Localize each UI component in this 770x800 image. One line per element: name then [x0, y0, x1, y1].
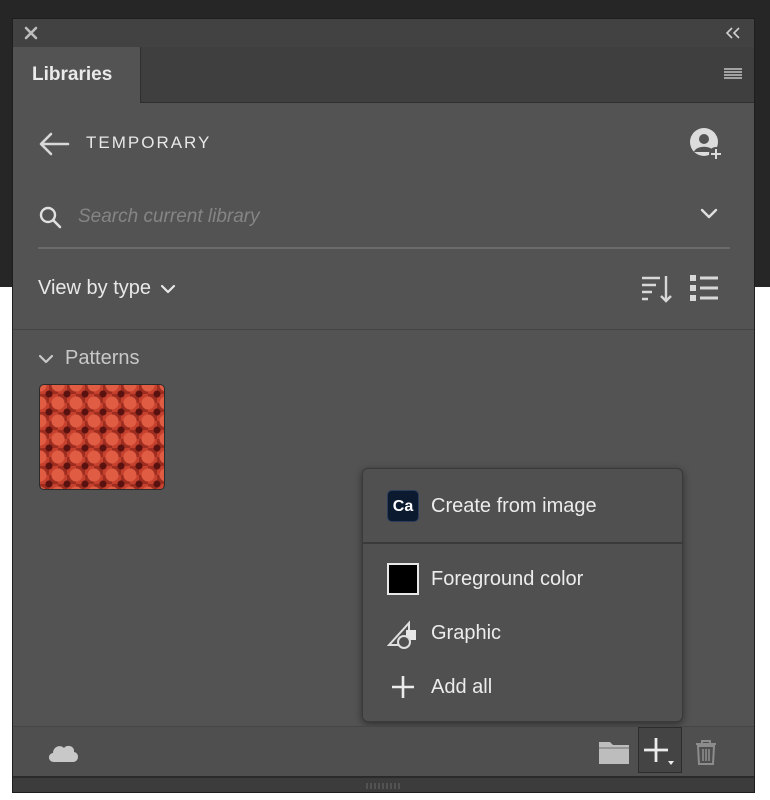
resize-grip-icon [366, 783, 400, 789]
cloud-sync-icon[interactable] [46, 741, 80, 763]
menu-item-label: Foreground color [431, 568, 584, 590]
menu-item-graphic[interactable]: Graphic [363, 610, 682, 656]
section-title: Patterns [65, 347, 140, 369]
panel-titlebar [13, 19, 754, 48]
chevron-down-icon [38, 354, 54, 363]
menu-item-label: Add all [431, 676, 493, 698]
menu-item-foreground-color[interactable]: Foreground color [363, 556, 682, 602]
pattern-thumbnail[interactable] [39, 384, 165, 490]
plus-icon [644, 738, 674, 765]
collapse-panel-icon[interactable] [724, 25, 742, 41]
menu-item-label: Create from image [431, 495, 597, 517]
add-content-button[interactable] [638, 727, 682, 773]
patterns-section-toggle[interactable]: Patterns [38, 347, 139, 370]
chevron-down-icon [160, 284, 176, 293]
back-arrow-icon[interactable] [38, 131, 70, 157]
graphic-icon [387, 620, 416, 649]
capture-icon: Ca [387, 490, 419, 522]
plus-icon [392, 676, 414, 698]
menu-divider [363, 542, 682, 544]
view-by-label: View by type [38, 277, 152, 299]
panel-footer [13, 726, 754, 777]
library-name: TEMPORARY [86, 133, 212, 152]
menu-item-label: Graphic [431, 622, 502, 644]
resize-bar[interactable] [13, 776, 754, 792]
trash-icon[interactable] [694, 739, 718, 765]
libraries-panel: Libraries TEMPORARY View by type [12, 18, 755, 793]
library-header: TEMPORARY [13, 103, 754, 183]
chevron-down-icon[interactable] [700, 207, 718, 221]
list-view-icon[interactable] [689, 273, 719, 303]
view-toolbar: View by type [13, 259, 754, 330]
search-bar [38, 187, 730, 249]
tab-libraries[interactable]: Libraries [13, 47, 141, 103]
sort-icon[interactable] [640, 273, 672, 305]
folder-icon[interactable] [598, 739, 630, 765]
add-content-menu: Ca Create from image Foreground color Gr… [362, 468, 683, 722]
menu-item-create-from-image[interactable]: Ca Create from image [363, 483, 682, 529]
search-icon [39, 206, 62, 229]
tab-row: Libraries [13, 47, 754, 103]
panel-menu-icon[interactable] [723, 66, 743, 82]
invite-collaborator-icon[interactable] [688, 126, 724, 162]
menu-item-add-all[interactable]: Add all [363, 664, 682, 710]
close-icon[interactable] [24, 26, 38, 40]
color-swatch-icon [387, 563, 419, 595]
view-by-type-dropdown[interactable]: View by type [38, 277, 176, 300]
search-input[interactable] [78, 201, 638, 233]
